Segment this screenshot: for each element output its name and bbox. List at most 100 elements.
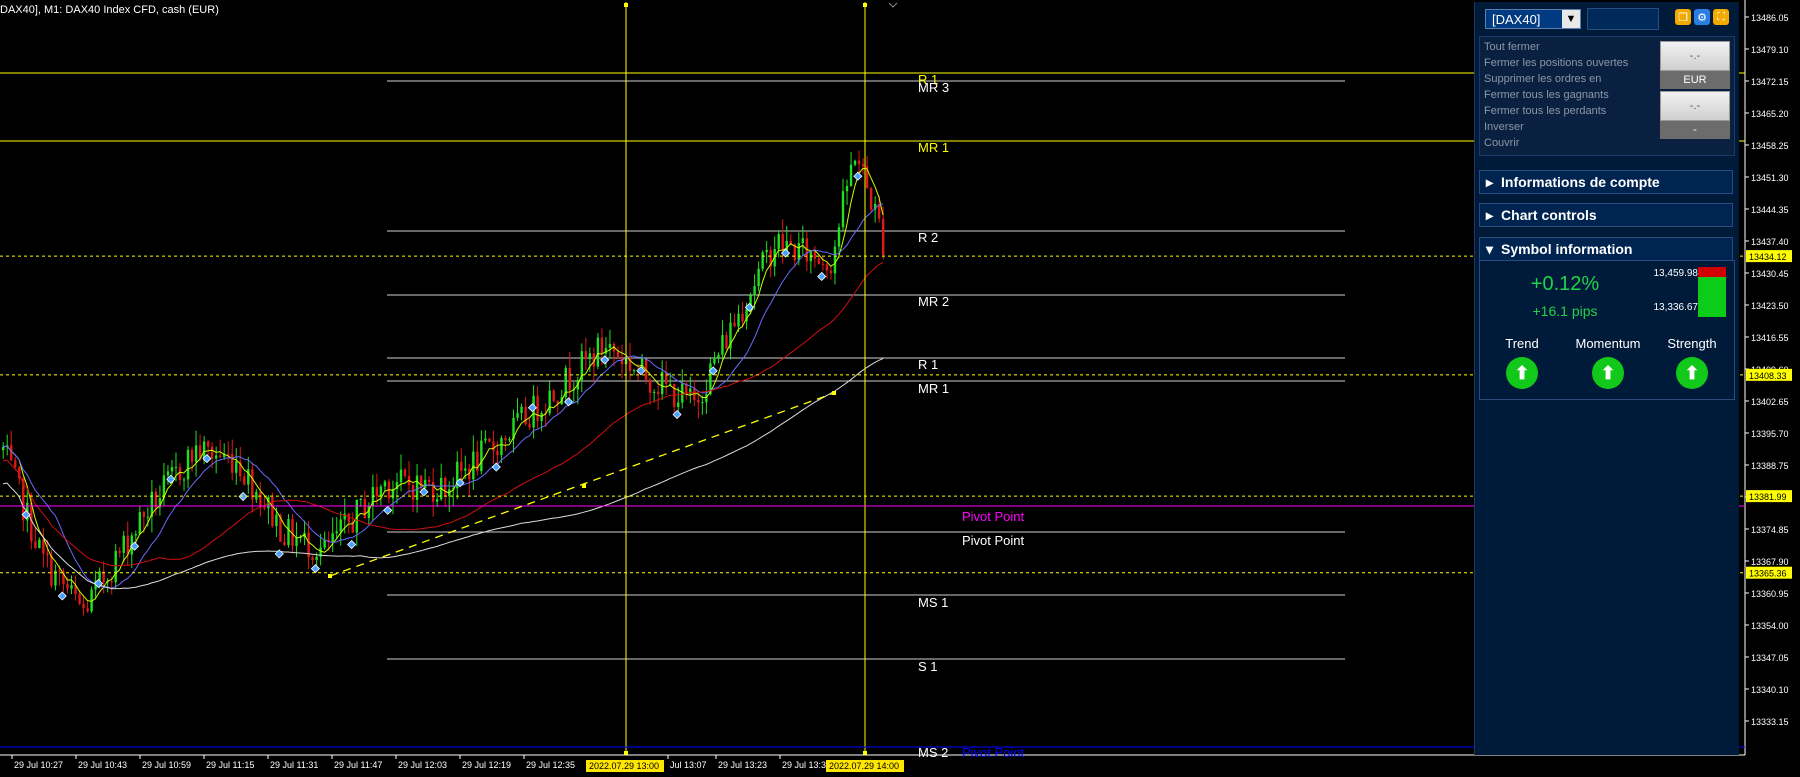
op-close-all[interactable]: Tout fermer (1484, 39, 1628, 55)
candle-body (174, 466, 178, 468)
pivot-level-label: MS 1 (918, 595, 948, 610)
pivot-level-label: Pivot Point (962, 509, 1025, 524)
price-tick-label: 13340.10 (1751, 685, 1789, 695)
gear-icon[interactable]: ⚙ (1694, 9, 1710, 25)
time-highlight-label: 2022.07.29 13:00 (589, 761, 659, 771)
candle-body (536, 395, 539, 421)
pivot-level-label: MR 3 (918, 80, 949, 95)
vline-handle[interactable] (863, 3, 867, 7)
ma-fast-line (2, 167, 884, 602)
candle-body (516, 413, 519, 418)
time-tick-label: 29 Jul 11:15 (206, 760, 254, 770)
candle-body (154, 491, 158, 508)
value-box-2: -.- - (1660, 91, 1730, 139)
candle-body (733, 322, 736, 327)
pivot-level-label: R 2 (918, 230, 938, 245)
candle-body (275, 514, 278, 527)
price-badge-label: 13365.36 (1749, 569, 1787, 579)
time-tick-label: 29 Jul 11:47 (334, 760, 382, 770)
expand-icon[interactable]: ⛶ (1713, 9, 1729, 25)
candle-body (528, 424, 531, 428)
price-tick-label: 13354.00 (1751, 621, 1789, 631)
candle-body (359, 498, 363, 500)
lot-input[interactable] (1587, 8, 1659, 30)
candle-body (118, 551, 121, 553)
trendline-handle[interactable] (582, 484, 586, 488)
pivot-level-label: MR 1 (918, 381, 949, 396)
candle-body (520, 406, 523, 414)
price-tick-label: 13458.25 (1751, 141, 1789, 151)
candle-body (82, 603, 85, 609)
candle-body (259, 491, 262, 508)
candle-body (383, 481, 387, 487)
op-close-open[interactable]: Fermer les positions ouvertes (1484, 55, 1628, 71)
candle-body (339, 519, 342, 532)
candle-body (295, 538, 298, 546)
candle-body (713, 358, 716, 364)
candle-body (315, 556, 318, 561)
candle-body (488, 438, 491, 442)
arrow-up-icon: ⬆ (1506, 357, 1538, 389)
candle-body (464, 468, 467, 471)
candle-body (861, 164, 865, 167)
candle-body (689, 388, 692, 395)
section-chart-controls[interactable]: ▸ Chart controls (1479, 203, 1733, 227)
candle-body (379, 486, 383, 496)
candle-body (721, 335, 724, 355)
op-hedge[interactable]: Couvrir (1484, 135, 1628, 151)
range-bar-red (1698, 267, 1726, 277)
buy-marker (853, 171, 863, 181)
candle-body (70, 585, 73, 589)
vline-handle[interactable] (863, 751, 867, 755)
value-box-1-top[interactable]: -.- (1660, 41, 1730, 71)
copy-icon[interactable]: ❐ (1675, 9, 1691, 25)
price-tick-label: 13430.45 (1751, 269, 1789, 279)
day-high: 13,459.98 (1653, 268, 1699, 279)
arrow-up-icon: ⬆ (1676, 357, 1708, 389)
vline-handle[interactable] (624, 3, 628, 7)
candle-body (122, 535, 125, 553)
candle-body (652, 391, 656, 393)
candle-body (753, 286, 756, 296)
buy-marker (817, 271, 827, 282)
candle-body (632, 369, 636, 372)
price-tick-label: 13451.30 (1751, 173, 1789, 183)
candle-body (648, 379, 652, 393)
value-box-1-currency: EUR (1660, 71, 1730, 89)
value-box-2-bottom: - (1660, 121, 1730, 139)
candle-body (444, 477, 447, 497)
candle-body (660, 372, 664, 395)
op-close-losers[interactable]: Fermer tous les perdants (1484, 103, 1628, 119)
candle-body (616, 351, 620, 357)
value-box-1: -.- EUR (1660, 41, 1730, 89)
value-box-2-top[interactable]: -.- (1660, 91, 1730, 121)
time-tick-label: Jul 13:07 (670, 760, 707, 770)
indicator-strength-label: Strength (1667, 336, 1717, 351)
candle-body (38, 539, 41, 548)
candle-body (186, 449, 190, 480)
price-tick-label: 13374.85 (1751, 525, 1789, 535)
candle-body (829, 270, 833, 274)
buy-marker (527, 403, 537, 413)
symbol-select[interactable]: [DAX40] ▼ (1485, 9, 1581, 29)
candle-body (247, 469, 250, 485)
candle-body (86, 608, 89, 612)
trendline-handle[interactable] (832, 391, 836, 395)
op-delete-orders[interactable]: Supprimer les ordres en (1484, 71, 1628, 87)
section-account[interactable]: ▸ Informations de compte (1479, 170, 1733, 194)
candle-body (484, 438, 487, 441)
candle-body (10, 445, 13, 461)
price-tick-label: 13395.70 (1751, 429, 1789, 439)
chevron-down-icon[interactable]: ▼ (1562, 10, 1580, 28)
time-tick-label: 29 Jul 12:19 (462, 760, 511, 770)
trendline-handle[interactable] (328, 574, 332, 578)
vline-handle[interactable] (624, 751, 628, 755)
change-pips: +16.1 pips (1532, 303, 1598, 319)
section-symbol-info[interactable]: ▾ Symbol information (1479, 237, 1733, 261)
candle-body (737, 313, 740, 327)
candle-body (287, 519, 290, 546)
day-low: 13,336.67 (1653, 302, 1699, 313)
op-reverse[interactable]: Inverser (1484, 119, 1628, 135)
op-close-winners[interactable]: Fermer tous les gagnants (1484, 87, 1628, 103)
candle-body (548, 390, 551, 414)
